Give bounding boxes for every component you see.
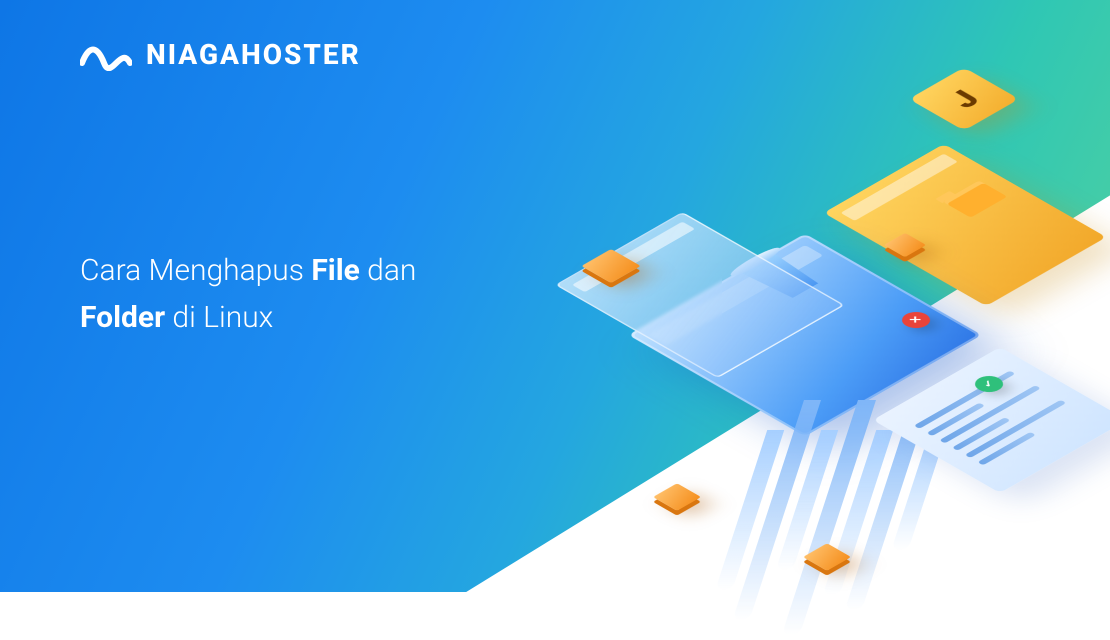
document-line — [939, 385, 1041, 443]
cube-icon — [803, 543, 851, 571]
document-line — [952, 417, 1011, 451]
title-seg-2: dan — [360, 253, 417, 288]
document-line — [965, 400, 1067, 458]
brand-logo-text: NIAGAHOSTER — [146, 38, 361, 71]
brand-logo: NIAGAHOSTER — [80, 38, 361, 71]
status-ok-icon — [969, 373, 1009, 396]
document-line — [914, 371, 1016, 429]
shredded-strips — [699, 400, 957, 640]
page-title: Cara Menghapus File dan Folder di Linux — [80, 248, 500, 341]
title-seg-1: Cara Menghapus — [80, 253, 311, 288]
cube-icon — [653, 483, 701, 511]
title-bold-folder: Folder — [80, 300, 165, 335]
document-card — [873, 347, 1110, 493]
title-bold-file: File — [311, 253, 360, 288]
document-line — [926, 403, 985, 437]
brand-logo-mark — [80, 39, 132, 71]
title-seg-3: di Linux — [165, 300, 273, 335]
document-line — [977, 432, 1036, 466]
